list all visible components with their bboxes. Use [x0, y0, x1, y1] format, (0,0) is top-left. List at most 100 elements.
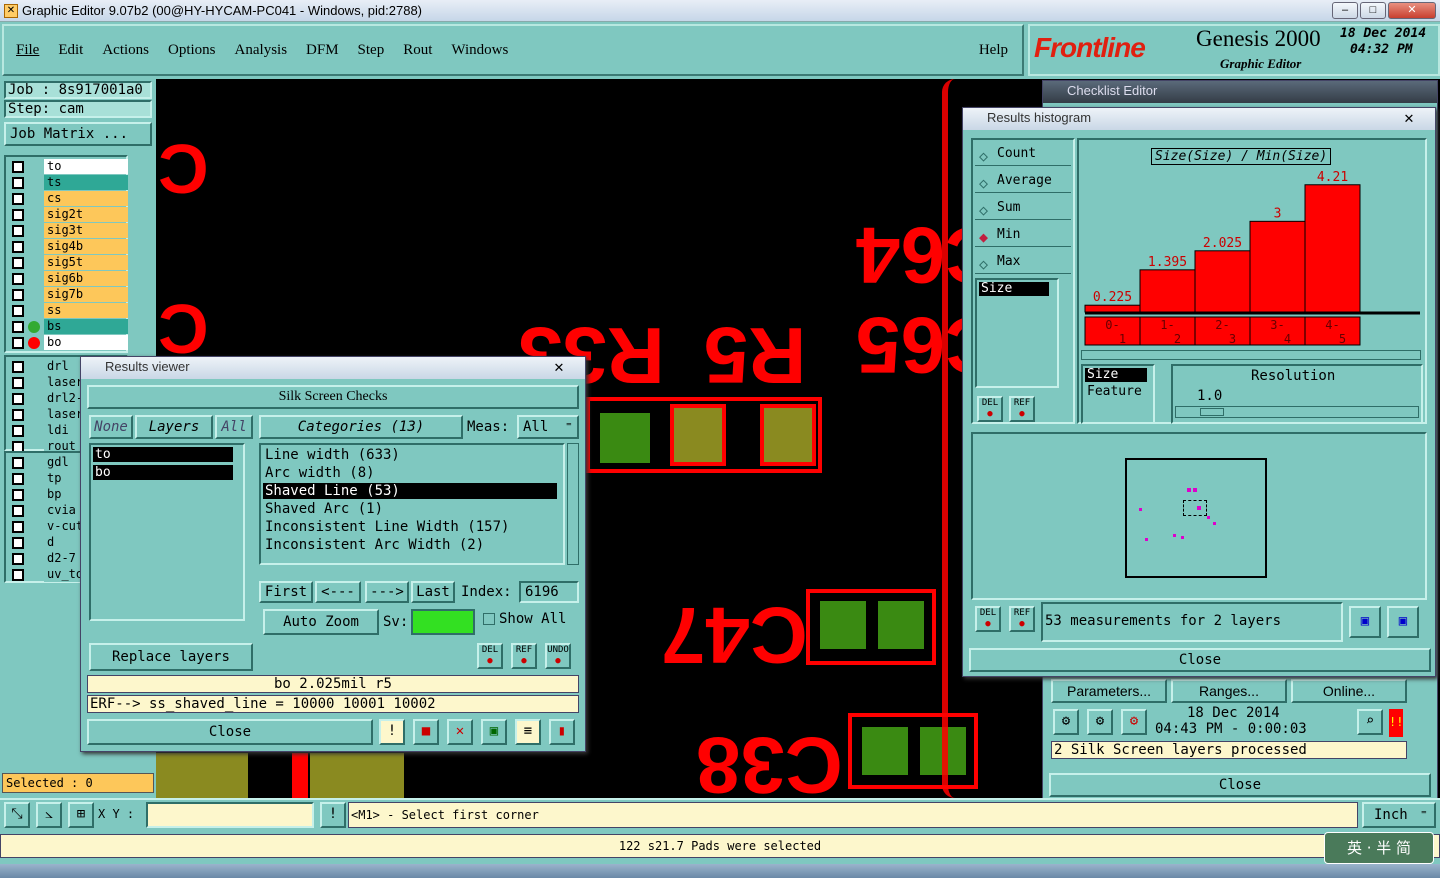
- category-item[interactable]: Inconsistent Line Width (157): [263, 519, 557, 535]
- layer-checkbox[interactable]: [12, 225, 24, 237]
- xy-input[interactable]: [146, 802, 314, 828]
- zoom-icon[interactable]: ⌕: [1357, 709, 1383, 735]
- option-sum[interactable]: ◇ Sum: [975, 196, 1071, 220]
- first-button[interactable]: First: [259, 581, 313, 603]
- layer-row-bs[interactable]: bs: [6, 319, 156, 335]
- histogram-scrollbar[interactable]: [1081, 350, 1421, 360]
- layer-checkbox[interactable]: [12, 337, 24, 349]
- option-average[interactable]: ◇ Average: [975, 169, 1071, 193]
- ime-indicator[interactable]: 英 · 半 简: [1324, 832, 1434, 864]
- layer-checkbox[interactable]: [12, 425, 24, 437]
- results-close-button[interactable]: Close: [87, 719, 373, 745]
- layer-row-sig5t[interactable]: sig5t: [6, 255, 156, 271]
- show-all-checkbox[interactable]: [483, 613, 495, 625]
- preview-del-button[interactable]: DEL ●: [975, 606, 1001, 632]
- run-icon-1[interactable]: ⚙: [1053, 709, 1079, 735]
- resolution-slider[interactable]: [1175, 406, 1419, 418]
- job-matrix-button[interactable]: Job Matrix ...: [4, 122, 152, 146]
- option-min[interactable]: ◆ Min: [975, 223, 1071, 247]
- export-icon-1[interactable]: ▣: [1349, 606, 1381, 638]
- meas-dropdown[interactable]: All ⁼: [517, 415, 579, 439]
- hist-ref-button[interactable]: REF ●: [1009, 396, 1035, 422]
- online-button[interactable]: Online...: [1291, 679, 1407, 703]
- menu-actions[interactable]: Actions: [102, 42, 149, 59]
- sv-color-dropdown[interactable]: [411, 609, 475, 635]
- tool-icon-5[interactable]: ≡: [515, 719, 541, 745]
- info-icon[interactable]: !: [320, 802, 346, 828]
- maximize-button[interactable]: □: [1360, 2, 1386, 19]
- menu-dfm[interactable]: DFM: [306, 42, 339, 59]
- del-button[interactable]: DEL ●: [477, 643, 503, 669]
- layer-checkbox[interactable]: [12, 457, 24, 469]
- histogram-icon[interactable]: ▮: [549, 719, 575, 745]
- layer-checkbox[interactable]: [12, 289, 24, 301]
- export-icon-2[interactable]: ▣: [1387, 606, 1419, 638]
- menu-options[interactable]: Options: [168, 42, 216, 59]
- category-item[interactable]: Arc width (8): [263, 465, 557, 481]
- histogram-bar[interactable]: [1139, 269, 1196, 313]
- layer-row-sig6b[interactable]: sig6b: [6, 271, 156, 287]
- layer-checkbox[interactable]: [12, 569, 24, 581]
- histogram-close-button[interactable]: Close: [969, 648, 1431, 672]
- grid-tool-icon[interactable]: ⊞: [68, 802, 94, 828]
- layer-name[interactable]: sig5t: [44, 255, 128, 270]
- close-icon[interactable]: ✕: [539, 360, 579, 376]
- layer-checkbox[interactable]: [12, 537, 24, 549]
- undo-button[interactable]: UNDO ●: [545, 643, 571, 669]
- layer-row-sig4b[interactable]: sig4b: [6, 239, 156, 255]
- sort-feature[interactable]: Feature: [1085, 384, 1142, 399]
- menu-step[interactable]: Step: [358, 42, 385, 59]
- tool-icon-1[interactable]: !: [379, 719, 405, 745]
- run-icon-2[interactable]: ⚙: [1087, 709, 1113, 735]
- option-max[interactable]: ◇ Max: [975, 250, 1071, 274]
- layer-item-to[interactable]: to: [93, 447, 233, 462]
- category-scrollbar[interactable]: [567, 443, 579, 565]
- all-button[interactable]: All: [215, 415, 253, 439]
- layer-name[interactable]: sig2t: [44, 207, 128, 222]
- none-button[interactable]: None: [89, 415, 133, 439]
- hist-del-button[interactable]: DEL ●: [977, 396, 1003, 422]
- layer-name[interactable]: ss: [44, 303, 128, 318]
- layers-button[interactable]: Layers: [135, 415, 213, 439]
- category-item[interactable]: Shaved Arc (1): [263, 501, 557, 517]
- layer-checkbox[interactable]: [12, 409, 24, 421]
- menu-windows[interactable]: Windows: [451, 42, 508, 59]
- layer-checkbox[interactable]: [12, 193, 24, 205]
- layer-name[interactable]: ts: [44, 175, 128, 190]
- layer-checkbox[interactable]: [12, 257, 24, 269]
- layer-checkbox[interactable]: [12, 377, 24, 389]
- close-window-button[interactable]: ✕: [1388, 2, 1436, 19]
- ranges-button[interactable]: Ranges...: [1171, 679, 1287, 703]
- layer-checkbox[interactable]: [12, 553, 24, 565]
- preview-ref-button[interactable]: REF ●: [1009, 606, 1035, 632]
- layer-checkbox[interactable]: [12, 273, 24, 285]
- categories-button[interactable]: Categories (13): [259, 415, 463, 439]
- units-dropdown[interactable]: Inch ⁼: [1362, 802, 1436, 828]
- layer-row-ts[interactable]: ts: [6, 175, 156, 191]
- prev-button[interactable]: <---: [315, 581, 361, 603]
- layer-row-cs[interactable]: cs: [6, 191, 156, 207]
- tool-icon-3[interactable]: ✕: [447, 719, 473, 745]
- sort-size[interactable]: Size: [1085, 368, 1147, 382]
- histogram-bar[interactable]: [1194, 250, 1251, 313]
- histogram-bar[interactable]: [1084, 304, 1141, 313]
- layer-row-to[interactable]: to: [6, 159, 156, 175]
- layer-row-sig2t[interactable]: sig2t: [6, 207, 156, 223]
- layer-checkbox[interactable]: [12, 473, 24, 485]
- layer-name[interactable]: sig3t: [44, 223, 128, 238]
- layer-name[interactable]: bo: [44, 335, 128, 350]
- layer-name[interactable]: cs: [44, 191, 128, 206]
- select-tool-icon[interactable]: ⤡: [4, 802, 30, 828]
- layer-name[interactable]: to: [44, 159, 128, 174]
- auto-zoom-button[interactable]: Auto Zoom: [263, 609, 379, 635]
- layer-checkbox[interactable]: [12, 521, 24, 533]
- option-count[interactable]: ◇ Count: [975, 142, 1071, 166]
- replace-layers-button[interactable]: Replace layers: [89, 643, 253, 671]
- layer-checkbox[interactable]: [12, 241, 24, 253]
- layer-checkbox[interactable]: [12, 177, 24, 189]
- menu-edit[interactable]: Edit: [58, 42, 83, 59]
- category-item[interactable]: Shaved Line (53): [263, 483, 557, 499]
- next-button[interactable]: --->: [365, 581, 409, 603]
- layer-row-sig3t[interactable]: sig3t: [6, 223, 156, 239]
- menu-rout[interactable]: Rout: [403, 42, 432, 59]
